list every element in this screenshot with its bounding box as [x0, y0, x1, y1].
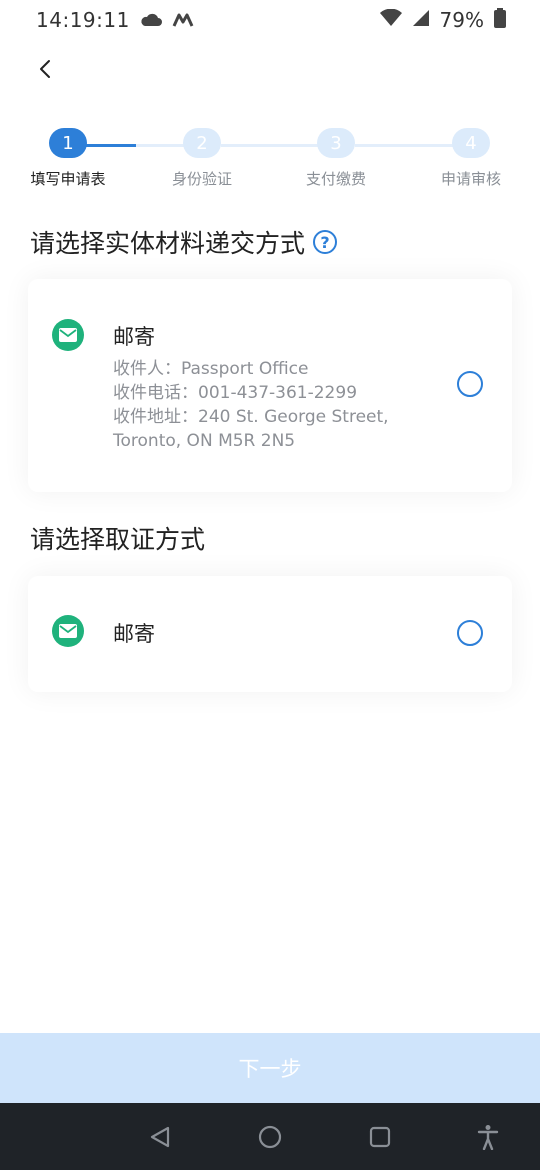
pickup-mail-option-card[interactable]: 邮寄: [28, 576, 512, 692]
step-4-label: 申请审核: [440, 170, 501, 188]
mail-badge: [52, 319, 84, 351]
back-button[interactable]: [28, 52, 62, 86]
step-1: 1 填写申请表: [13, 128, 123, 189]
address-line-1: 收件地址：240 St. George Street,: [113, 407, 389, 427]
status-right: 79%: [379, 7, 506, 33]
submission-section-title: 请选择实体材料递交方式 ?: [30, 224, 338, 260]
chevron-left-icon: [40, 60, 50, 78]
step-2-label: 身份验证: [171, 170, 232, 188]
signal-icon: [412, 8, 430, 32]
progress-stepper: 1 填写申请表 2 身份验证 3 支付缴费 4 申请审核: [0, 128, 540, 192]
mail-icon: [59, 624, 77, 638]
step-2-number: 2: [183, 128, 221, 158]
next-step-button[interactable]: 下一步: [0, 1033, 540, 1103]
system-nav-bar: [0, 1103, 540, 1170]
triangle-back-icon: [150, 1126, 170, 1148]
nav-accessibility-button[interactable]: [474, 1123, 502, 1151]
step-3: 3 支付缴费: [281, 128, 391, 189]
recipient-line: 收件人：Passport Office: [113, 359, 309, 379]
square-recents-icon: [369, 1126, 391, 1148]
accessibility-icon: [477, 1125, 499, 1150]
step-1-number: 1: [49, 128, 87, 158]
cloud-icon: [140, 8, 162, 32]
pickup-section-title: 请选择取证方式: [30, 520, 205, 556]
nav-back-button[interactable]: [146, 1123, 174, 1151]
status-time: 14:19:11: [36, 8, 130, 32]
step-4-number: 4: [452, 128, 490, 158]
step-3-label: 支付缴费: [305, 170, 366, 188]
submission-option-details: 收件人：Passport Office 收件电话：001-437-361-229…: [113, 357, 389, 453]
wifi-icon: [379, 8, 402, 32]
battery-icon: [494, 7, 506, 33]
pickup-title-text: 请选择取证方式: [30, 525, 206, 554]
step-4: 4 申请审核: [416, 128, 526, 189]
submission-mail-option-card[interactable]: 邮寄 收件人：Passport Office 收件电话：001-437-361-…: [28, 279, 512, 492]
submission-option-title: 邮寄: [113, 325, 155, 349]
mail-badge: [52, 615, 84, 647]
submission-title-text: 请选择实体材料递交方式: [30, 229, 306, 258]
mail-icon: [59, 328, 77, 342]
step-1-label: 填写申请表: [30, 170, 106, 188]
step-2: 2 身份验证: [147, 128, 257, 189]
status-bar: 14:19:11 79%: [0, 0, 540, 40]
circle-home-icon: [258, 1125, 282, 1149]
nav-recents-button[interactable]: [366, 1123, 394, 1151]
phone-line: 收件电话：001-437-361-2299: [113, 383, 358, 403]
battery-percent: 79%: [439, 8, 484, 32]
help-icon[interactable]: ?: [313, 230, 338, 254]
address-line-2: Toronto, ON M5R 2N5: [113, 431, 296, 451]
status-left: 14:19:11: [36, 8, 194, 32]
m-icon: [172, 8, 194, 32]
nav-home-button[interactable]: [256, 1123, 284, 1151]
pickup-mail-radio[interactable]: [457, 620, 483, 646]
step-3-number: 3: [317, 128, 355, 158]
submission-mail-radio[interactable]: [457, 371, 483, 397]
pickup-option-title: 邮寄: [113, 622, 155, 646]
